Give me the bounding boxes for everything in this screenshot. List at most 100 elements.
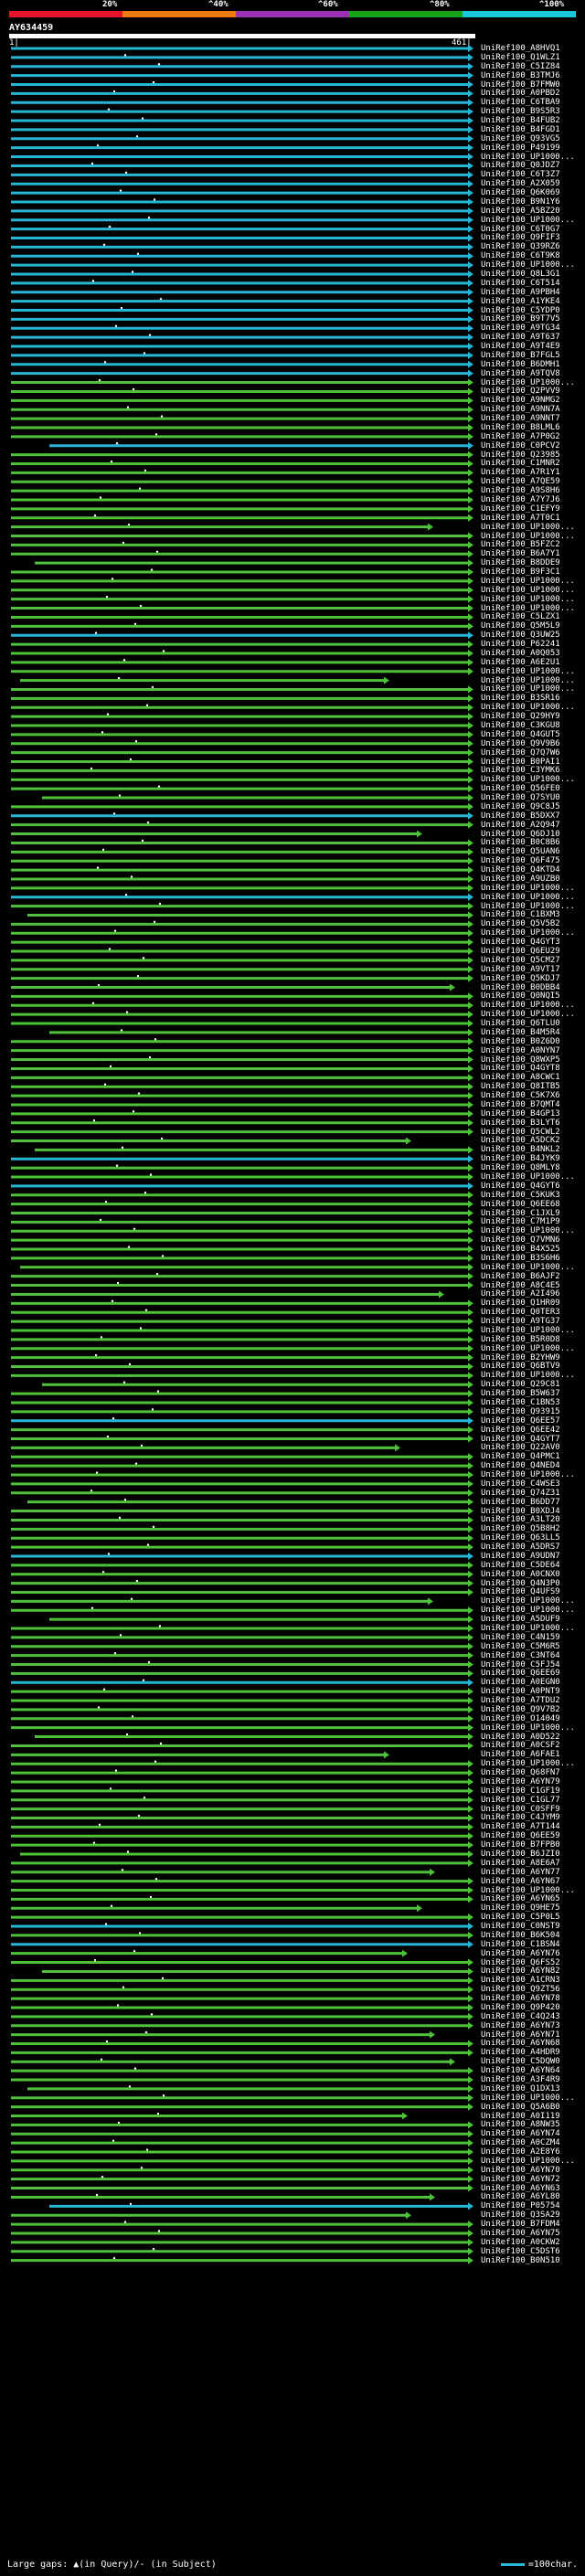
hit-label[interactable]: UniRef100_C5IZ84 [481, 62, 560, 71]
hit-label[interactable]: UniRef100_Q4PMC1 [481, 1452, 560, 1461]
hit-label[interactable]: UniRef100_Q93VG5 [481, 134, 560, 143]
hit-label[interactable]: UniRef100_B9N1Y6 [481, 197, 560, 207]
hit-label[interactable]: UniRef100_B7FPB0 [481, 1840, 560, 1850]
hit-label[interactable]: UniRef100_A9NMG2 [481, 396, 560, 405]
hit-label[interactable]: UniRef100_C5YDP0 [481, 306, 560, 315]
hit-label[interactable]: UniRef100_Q8WXP5 [481, 1055, 560, 1065]
hit-label[interactable]: UniRef100_UP1000... [481, 684, 575, 694]
hit-label[interactable]: UniRef100_A8NW35 [481, 2120, 560, 2129]
hit-label[interactable]: UniRef100_B3LYT6 [481, 1118, 560, 1128]
hit-label[interactable]: UniRef100_UP1000... [481, 1326, 575, 1335]
hit-label[interactable]: UniRef100_Q9P420 [481, 2003, 560, 2012]
hit-label[interactable]: UniRef100_A2I496 [481, 1289, 560, 1299]
hit-label[interactable]: UniRef100_B6DMH1 [481, 360, 560, 369]
hit-label[interactable]: UniRef100_Q5CWL2 [481, 1128, 560, 1137]
hit-label[interactable]: UniRef100_A7QE59 [481, 477, 560, 486]
hit-label[interactable]: UniRef100_C6TBA9 [481, 98, 560, 107]
hit-label[interactable]: UniRef100_A9PBH4 [481, 288, 560, 297]
hit-label[interactable]: UniRef100_C5FJ54 [481, 1660, 560, 1670]
hit-label[interactable]: UniRef100_Q68FN7 [481, 1768, 560, 1777]
hit-label[interactable]: UniRef100_A6YN64 [481, 2066, 560, 2075]
hit-label[interactable]: UniRef100_B5FZC2 [481, 540, 560, 549]
hit-label[interactable]: UniRef100_A7R1Y1 [481, 468, 560, 477]
hit-label[interactable]: UniRef100_Q8MLY8 [481, 1163, 560, 1172]
hit-label[interactable]: UniRef100_A6YN71 [481, 2030, 560, 2040]
hit-label[interactable]: UniRef100_A6YN63 [481, 2184, 560, 2193]
hit-label[interactable]: UniRef100_Q8ITB5 [481, 1082, 560, 1091]
hit-label[interactable]: UniRef100_Q6BTV9 [481, 1362, 560, 1371]
hit-label[interactable]: UniRef100_Q6F475 [481, 856, 560, 865]
hit-label[interactable]: UniRef100_UP1000... [481, 1226, 575, 1235]
hit-label[interactable]: UniRef100_Q3UW25 [481, 631, 560, 640]
hit-label[interactable]: UniRef100_UP1000... [481, 1759, 575, 1768]
hit-label[interactable]: UniRef100_Q0JDZ7 [481, 161, 560, 170]
hit-label[interactable]: UniRef100_A6YN79 [481, 1777, 560, 1786]
hit-label[interactable]: UniRef100_C1BN53 [481, 1398, 560, 1407]
hit-label[interactable]: UniRef100_O14049 [481, 1714, 560, 1723]
hit-label[interactable]: UniRef100_Q6EE68 [481, 1200, 560, 1209]
hit-label[interactable]: UniRef100_A0CZM4 [481, 2138, 560, 2147]
hit-label[interactable]: UniRef100_A6YN82 [481, 1966, 560, 1976]
hit-label[interactable]: UniRef100_C1GF19 [481, 1786, 560, 1796]
hit-label[interactable]: UniRef100_B5DXX7 [481, 811, 560, 821]
hit-label[interactable]: UniRef100_A9UDN7 [481, 1552, 560, 1561]
hit-label[interactable]: UniRef100_C5LZX1 [481, 612, 560, 621]
hit-label[interactable]: UniRef100_Q3SA29 [481, 2210, 560, 2220]
hit-label[interactable]: UniRef100_Q29HY9 [481, 712, 560, 721]
hit-label[interactable]: UniRef100_C5DQW0 [481, 2057, 560, 2066]
hit-label[interactable]: UniRef100_UP1000... [481, 667, 575, 676]
hit-label[interactable]: UniRef100_A6YN76 [481, 1949, 560, 1958]
hit-label[interactable]: UniRef100_Q23985 [481, 451, 560, 460]
hit-label[interactable]: UniRef100_UP1000... [481, 928, 575, 938]
hit-label[interactable]: UniRef100_A6FAE1 [481, 1750, 560, 1759]
hit-label[interactable]: UniRef100_B0Z6D0 [481, 1037, 560, 1046]
hit-label[interactable]: UniRef100_A9VT17 [481, 965, 560, 974]
hit-label[interactable]: UniRef100_UP1000... [481, 902, 575, 911]
hit-label[interactable]: UniRef100_B0XDJ4 [481, 1507, 560, 1516]
hit-label[interactable]: UniRef100_Q56FE0 [481, 784, 560, 793]
hit-label[interactable]: UniRef100_A7P0G2 [481, 432, 560, 441]
hit-label[interactable]: UniRef100_B6K504 [481, 1931, 560, 1940]
hit-label[interactable]: UniRef100_Q39RZ6 [481, 242, 560, 251]
hit-label[interactable]: UniRef100_UP1000... [481, 216, 575, 225]
hit-label[interactable]: UniRef100_C5M6R5 [481, 1642, 560, 1651]
hit-label[interactable]: UniRef100_B0N510 [481, 2256, 560, 2265]
hit-label[interactable]: UniRef100_UP1000... [481, 1470, 575, 1479]
hit-label[interactable]: UniRef100_Q6EE59 [481, 1831, 560, 1840]
hit-label[interactable]: UniRef100_Q6EU29 [481, 947, 560, 956]
hit-label[interactable]: UniRef100_UP1000... [481, 1624, 575, 1633]
hit-label[interactable]: UniRef100_A0PNT9 [481, 1687, 560, 1696]
hit-label[interactable]: UniRef100_C6T9K8 [481, 251, 560, 260]
hit-label[interactable]: UniRef100_B2YHW9 [481, 1353, 560, 1362]
hit-label[interactable]: UniRef100_C7M1P9 [481, 1217, 560, 1226]
hit-label[interactable]: UniRef100_UP1000... [481, 1596, 575, 1606]
hit-label[interactable]: UniRef100_A5DUF9 [481, 1615, 560, 1624]
hit-label[interactable]: UniRef100_A2Q947 [481, 821, 560, 830]
hit-label[interactable]: UniRef100_UP1000... [481, 577, 575, 586]
hit-label[interactable]: UniRef100_UP1000... [481, 2094, 575, 2103]
hit-label[interactable]: UniRef100_C6T514 [481, 279, 560, 288]
hit-label[interactable]: UniRef100_UP1000... [481, 260, 575, 270]
hit-label[interactable]: UniRef100_A6YN70 [481, 2166, 560, 2175]
hit-label[interactable]: UniRef100_UP1000... [481, 1263, 575, 1272]
hit-label[interactable]: UniRef100_Q4NED4 [481, 1461, 560, 1470]
hit-label[interactable]: UniRef100_A6YN65 [481, 1894, 560, 1903]
hit-label[interactable]: UniRef100_A5BZ20 [481, 207, 560, 216]
hit-label[interactable]: UniRef100_A6YN72 [481, 2175, 560, 2184]
hit-label[interactable]: UniRef100_Q2PVV9 [481, 387, 560, 396]
hit-label[interactable]: UniRef100_C3KGU8 [481, 721, 560, 730]
hit-label[interactable]: UniRef100_A0Q053 [481, 649, 560, 658]
hit-label[interactable]: UniRef100_A7TDU2 [481, 1696, 560, 1705]
hit-label[interactable]: UniRef100_A8C4E5 [481, 1281, 560, 1290]
hit-label[interactable]: UniRef100_A1YKE4 [481, 297, 560, 306]
hit-label[interactable]: UniRef100_A0CSF2 [481, 1741, 560, 1750]
hit-label[interactable]: UniRef100_A8HVQ1 [481, 44, 560, 53]
hit-label[interactable]: UniRef100_A2X059 [481, 179, 560, 188]
hit-label[interactable]: UniRef100_A6YN67 [481, 1877, 560, 1886]
hit-label[interactable]: UniRef100_A6YN74 [481, 2129, 560, 2138]
hit-label[interactable]: UniRef100_A6YN75 [481, 2229, 560, 2238]
hit-label[interactable]: UniRef100_A3F4R9 [481, 2075, 560, 2084]
hit-label[interactable]: UniRef100_A2E8Y6 [481, 2147, 560, 2157]
hit-label[interactable]: UniRef100_A9TQV8 [481, 369, 560, 378]
hit-label[interactable]: UniRef100_C1JXL9 [481, 1209, 560, 1218]
